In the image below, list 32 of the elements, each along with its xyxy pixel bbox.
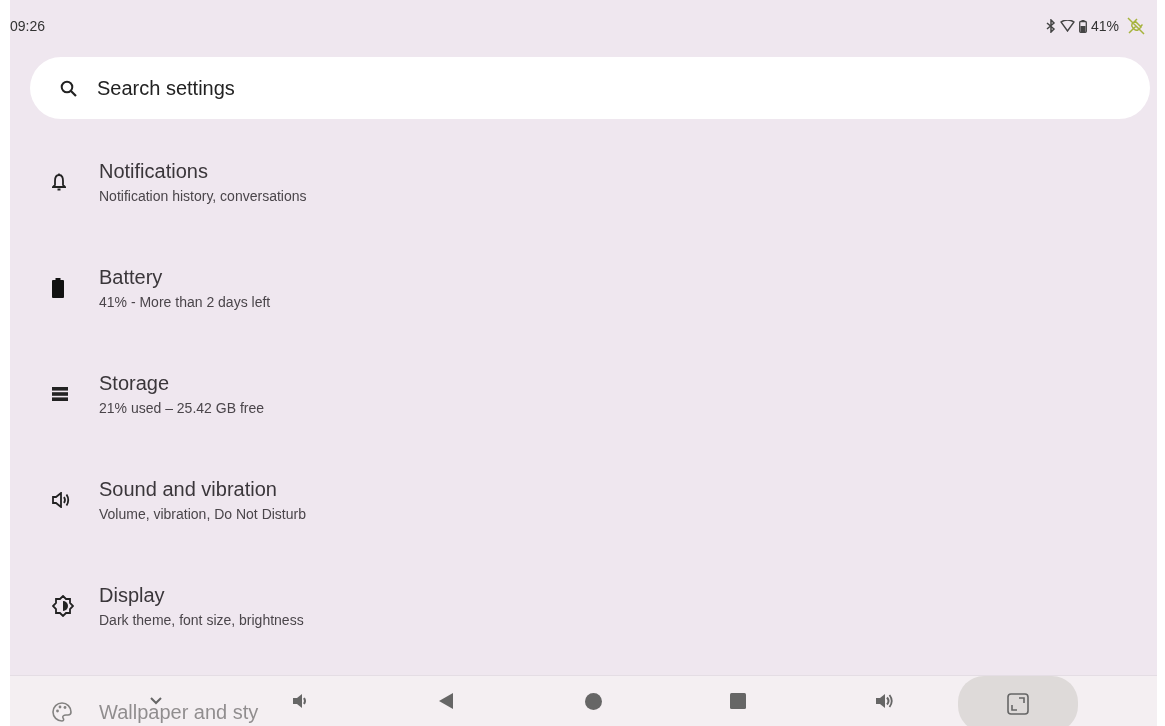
bluetooth-icon — [1045, 19, 1056, 33]
clock-time: 09:26 — [10, 18, 46, 34]
fullscreen-icon — [1007, 693, 1029, 715]
bell-icon — [52, 173, 66, 191]
item-title[interactable]: Notifications — [99, 160, 307, 183]
item-subtitle: Dark theme, font size, brightness — [99, 612, 304, 628]
storage-icon — [52, 387, 68, 401]
search-field[interactable]: Search settings — [30, 57, 1150, 119]
search-icon — [60, 80, 77, 97]
item-subtitle: Volume, vibration, Do Not Disturb — [99, 506, 306, 522]
battery-icon — [52, 278, 64, 298]
chevron-down-icon — [150, 697, 162, 705]
speaker-icon — [52, 492, 70, 508]
battery-icon — [1078, 19, 1087, 33]
item-subtitle: 21% used – 25.42 GB free — [99, 400, 264, 416]
back-icon — [438, 692, 454, 710]
home-icon — [584, 692, 602, 710]
crossed-plug-icon — [1127, 17, 1145, 35]
wifi-icon — [1059, 20, 1075, 32]
item-subtitle: 41% - More than 2 days left — [99, 294, 271, 310]
fullscreen-button[interactable] — [958, 676, 1078, 726]
recents-icon — [730, 693, 746, 709]
speaker-icon — [874, 692, 894, 710]
brightness-icon — [52, 595, 74, 617]
palette-icon — [52, 702, 72, 722]
item-title[interactable]: Storage — [99, 372, 264, 395]
item-title[interactable]: Battery — [99, 266, 271, 289]
battery-percentage: 41% — [1090, 18, 1119, 34]
item-subtitle: Notification history, conversations — [99, 188, 307, 204]
item-title[interactable]: Display — [99, 584, 304, 607]
speaker-icon — [292, 693, 308, 709]
item-title[interactable]: Sound and vibration — [99, 478, 306, 501]
